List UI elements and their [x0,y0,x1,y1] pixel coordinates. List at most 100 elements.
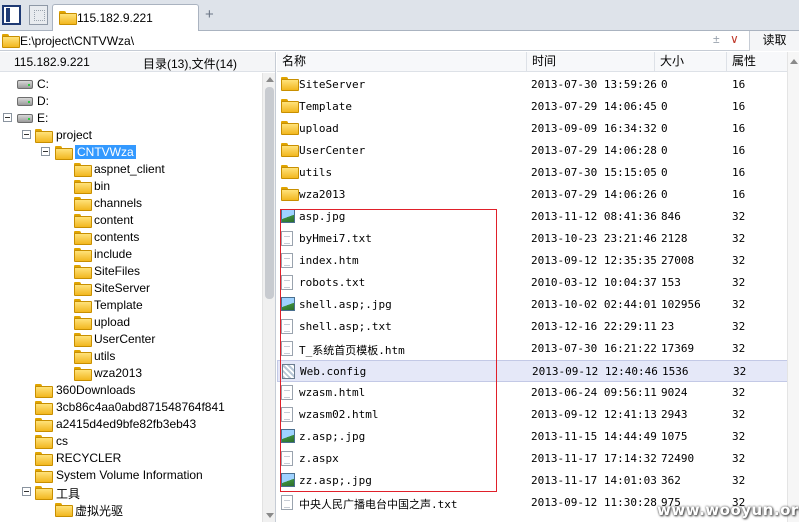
tree-node-label: RECYCLER [56,451,122,465]
tree-node[interactable]: SiteServer [0,280,262,297]
file-row[interactable]: shell.asp;.jpg 2013-10-02 02:44:01 102956 3… [277,294,789,316]
tree-node[interactable]: channels [0,195,262,212]
toggle-panel-button[interactable] [2,5,21,25]
file-row[interactable]: SiteServer 2013-07-30 13:59:26 0 16 [277,74,789,96]
read-button[interactable]: 读取 [749,31,799,51]
file-name: asp.jpg [299,210,346,223]
tree-node[interactable]: D: [0,93,262,110]
file-row[interactable]: shell.asp;.txt 2013-12-16 22:29:11 23 32 [277,316,789,338]
text-file-icon [281,341,293,356]
collapse-toggle-icon[interactable] [22,487,31,496]
folder-icon [281,143,299,157]
plus-minus-icon[interactable]: ± [713,32,720,46]
file-row[interactable]: asp.jpg 2013-11-12 08:41:36 846 32 [277,206,789,228]
collapse-toggle-icon[interactable] [3,113,12,122]
tree-node[interactable]: 工具 [0,484,262,501]
tree-node[interactable]: C: [0,76,262,93]
scroll-up-icon[interactable] [790,59,798,64]
file-time: 2013-09-12 12:35:35 [531,254,657,267]
tree-node[interactable]: E: [0,110,262,127]
file-attr: 32 [732,298,746,311]
folder-icon [74,163,92,177]
file-row[interactable]: wzasm.html 2013-06-24 09:56:11 9024 32 [277,382,789,404]
tree-node-label: utils [94,349,116,363]
column-attr-header[interactable]: 属性 [727,52,789,72]
file-row[interactable]: zz.asp;.jpg 2013-11-17 14:01:03 362 32 [277,470,789,492]
add-tab-button[interactable]: + [205,7,214,22]
file-size: 0 [661,188,668,201]
tree-node[interactable]: UserCenter [0,331,262,348]
tree-node[interactable]: 360Downloads [0,382,262,399]
collapse-toggle-icon[interactable] [41,147,50,156]
tree-node[interactable]: RECYCLER [0,450,262,467]
file-size: 0 [661,166,668,179]
file-row[interactable]: Template 2013-07-29 14:06:45 0 16 [277,96,789,118]
tree-node[interactable]: CNTVWza [0,144,262,161]
file-row[interactable]: T_系统首页模板.htm 2013-07-30 16:21:22 17369 32 [277,338,789,360]
file-list-scrollbar[interactable] [787,52,799,522]
chevron-down-icon[interactable]: ∨ [730,32,739,46]
folder-icon [281,165,299,179]
tree-node[interactable]: utils [0,348,262,365]
tree-node[interactable]: aspnet_client [0,161,262,178]
tree-node[interactable]: System Volume Information [0,467,262,484]
folder-icon [55,146,73,160]
folder-icon [35,435,53,449]
tree-node[interactable]: wza2013 [0,365,262,382]
file-row[interactable]: Web.config 2013-09-12 12:40:46 1536 32 [277,360,789,382]
tree-node[interactable]: include [0,246,262,263]
file-row[interactable]: z.aspx 2013-11-17 17:14:32 72490 32 [277,448,789,470]
file-row[interactable]: UserCenter 2013-07-29 14:06:28 0 16 [277,140,789,162]
file-attr: 32 [732,430,746,443]
file-row[interactable]: byHmei7.txt 2013-10-23 23:21:46 2128 32 [277,228,789,250]
file-row[interactable]: upload 2013-09-09 16:34:32 0 16 [277,118,789,140]
scrollbar-thumb[interactable] [265,87,274,299]
drive-icon [17,114,33,123]
tree-node-label: SiteServer [94,281,151,295]
tree-node[interactable]: content [0,212,262,229]
file-size: 23 [661,320,675,333]
scroll-down-icon[interactable] [266,513,274,518]
path-input[interactable]: E:\project\CNTVWza\ [20,34,134,48]
file-row[interactable]: wzasm02.html 2013-09-12 12:41:13 2943 32 [277,404,789,426]
column-name-header[interactable]: 名称 [277,52,527,72]
folder-icon [55,503,73,517]
file-attr: 16 [732,166,746,179]
tree-node-label: Template [94,298,143,312]
tree-node[interactable]: upload [0,314,262,331]
file-row[interactable]: wza2013 2013-07-29 14:06:26 0 16 [277,184,789,206]
file-row[interactable]: index.htm 2013-09-12 12:35:35 27008 32 [277,250,789,272]
tree-node[interactable]: 3cb86c4aa0abd871548764f841 [0,399,262,416]
tree-node[interactable]: cs [0,433,262,450]
tree-node-label: C: [37,77,49,91]
text-file-icon [281,451,293,466]
tab-active[interactable]: 115.182.9.221 [52,4,199,31]
column-time-header[interactable]: 时间 [527,52,655,72]
tree-node-label: include [94,247,133,261]
tree-node[interactable]: project [0,127,262,144]
folder-icon [74,265,92,279]
file-row[interactable]: z.asp;.jpg 2013-11-15 14:44:49 1075 32 [277,426,789,448]
tree-header: 115.182.9.221 目录(13),文件(14) [0,52,275,72]
blank-tab-button[interactable] [29,5,48,25]
image-file-icon [281,209,295,223]
tree-node[interactable]: bin [0,178,262,195]
collapse-toggle-icon[interactable] [22,130,31,139]
tree-node[interactable]: 虚拟光驱 [0,501,262,518]
tree-node-label: CNTVWza [75,145,136,159]
tree-node[interactable]: a2415d4ed9bfe82fb3eb43 [0,416,262,433]
file-row[interactable]: robots.txt 2010-03-12 10:04:37 153 32 [277,272,789,294]
file-time: 2013-11-17 14:01:03 [531,474,657,487]
scroll-up-icon[interactable] [266,77,274,82]
column-size-header[interactable]: 大小 [655,52,727,72]
tree-node[interactable]: Template [0,297,262,314]
tree-node[interactable]: contents [0,229,262,246]
file-time: 2013-11-15 14:44:49 [531,430,657,443]
file-name: shell.asp;.txt [299,320,392,333]
file-name: utils [299,166,333,179]
tree-scrollbar[interactable] [262,73,275,522]
folder-icon [35,418,53,432]
file-row[interactable]: utils 2013-07-30 15:15:05 0 16 [277,162,789,184]
tree-node[interactable]: SiteFiles [0,263,262,280]
folder-icon [74,350,92,364]
